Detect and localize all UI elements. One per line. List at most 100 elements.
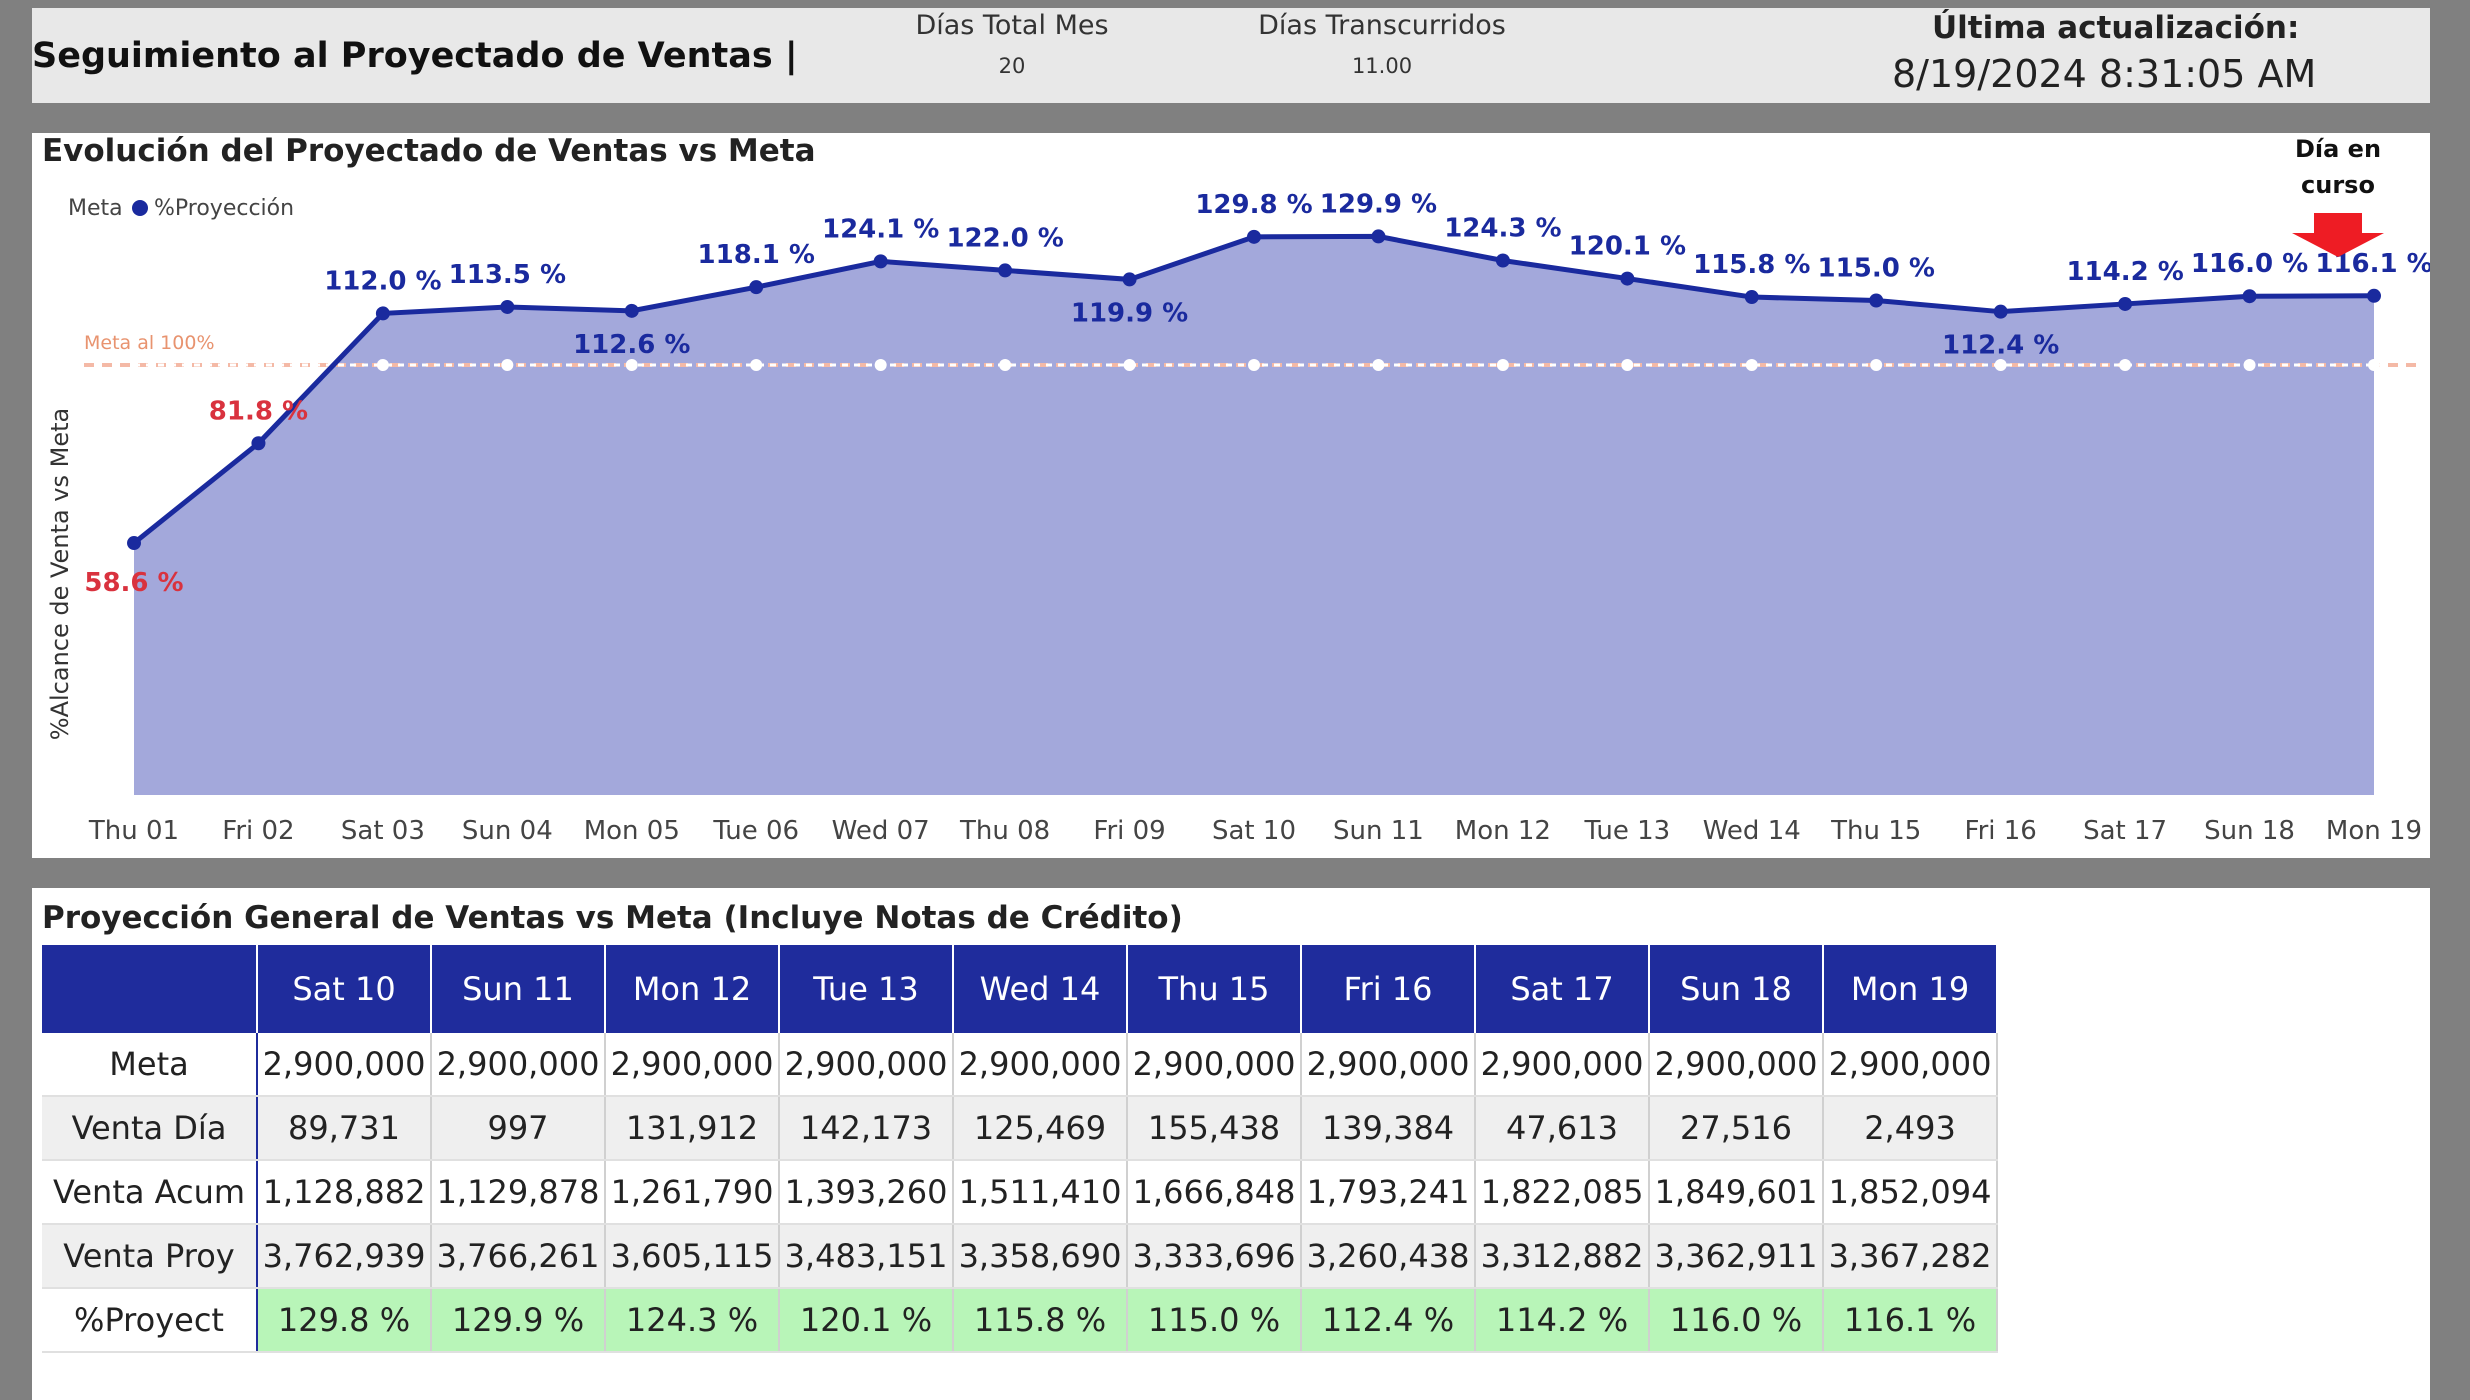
table-cell: 114.2 % (1475, 1288, 1650, 1353)
meta-point (2368, 359, 2380, 371)
table-cell: 1,511,410 (953, 1160, 1128, 1225)
x-tick-label: Tue 13 (1583, 816, 1670, 846)
legend-proyeccion-label: %Proyección (154, 196, 294, 221)
table-cell: 2,900,000 (1301, 1033, 1476, 1097)
table-cell: 89,731 (257, 1096, 432, 1161)
table-cell: 2,900,000 (1823, 1033, 1998, 1097)
x-tick-label: Tue 06 (712, 816, 799, 846)
x-tick-label: Thu 01 (88, 816, 179, 846)
column-header: Sun 11 (431, 945, 606, 1033)
table-cell: 1,852,094 (1823, 1160, 1998, 1225)
table-row: Meta 2,900,000 2,900,000 2,900,000 2,900,000… (42, 1033, 1998, 1097)
table-cell: 142,173 (779, 1096, 954, 1161)
meta-point (1745, 359, 1758, 371)
meta-point (874, 359, 887, 371)
proyeccion-point (1993, 304, 2008, 319)
data-label: 129.9 % (1320, 189, 1437, 219)
row-label: %Proyect (42, 1288, 258, 1353)
proyeccion-point (500, 299, 515, 314)
meta-point (1870, 359, 1883, 371)
x-tick-label: Thu 08 (959, 816, 1050, 846)
x-tick-label: Sun 04 (462, 816, 553, 846)
proyeccion-point (1495, 253, 1510, 268)
column-header: Tue 13 (779, 945, 954, 1033)
data-label: 118.1 % (698, 240, 815, 270)
x-tick-label: Fri 09 (1093, 816, 1165, 846)
table-cell: 1,393,260 (779, 1160, 954, 1225)
x-tick-label: Mon 05 (584, 816, 680, 846)
table-cell: 2,900,000 (257, 1033, 432, 1097)
table-cell: 27,516 (1649, 1096, 1824, 1161)
table-cell: 3,312,882 (1475, 1224, 1650, 1289)
x-tick-label: Sun 18 (2204, 816, 2295, 846)
proyeccion-point (998, 263, 1013, 278)
table-cell: 2,493 (1823, 1096, 1998, 1161)
proyeccion-point (1247, 229, 1261, 244)
table-cell: 125,469 (953, 1096, 1128, 1161)
dias-transcurridos-value: 11.00 (1351, 54, 1413, 78)
meta-reference-label: Meta al 100% (84, 332, 215, 354)
row-label: Venta Día (42, 1096, 258, 1161)
table-cell: 1,793,241 (1301, 1160, 1476, 1225)
table-cell: 155,438 (1127, 1096, 1302, 1161)
proyeccion-point (375, 306, 390, 321)
column-header: Sat 17 (1475, 945, 1650, 1033)
x-tick-label: Wed 14 (1703, 816, 1801, 846)
data-label: 113.5 % (449, 260, 566, 290)
meta-point (750, 359, 763, 371)
column-header: Wed 14 (953, 945, 1128, 1033)
meta-point (1994, 359, 2007, 371)
meta-point (1248, 359, 1260, 371)
projection-table: Sat 10 Sun 11 Mon 12 Tue 13 Wed 14 Thu 15 Fri … (42, 945, 1998, 1353)
x-tick-label: Wed 07 (832, 816, 930, 846)
table-row: Venta Día 89,731 997 131,912 142,173 125,469 1… (42, 1096, 1998, 1161)
proyeccion-point (1620, 271, 1635, 286)
table-cell: 3,367,282 (1823, 1224, 1998, 1289)
table-title: Proyección General de Ventas vs Meta (In… (42, 900, 1183, 936)
table-cell: 1,261,790 (605, 1160, 780, 1225)
data-label: 58.6 % (84, 568, 183, 598)
proyeccion-point (2367, 288, 2381, 303)
meta-point (501, 359, 514, 371)
column-header: Sun 18 (1649, 945, 1824, 1033)
data-label: 112.4 % (1942, 331, 2059, 361)
last-update-label: Última actualización: (1932, 10, 2300, 46)
page-title: Seguimiento al Proyectado de Ventas | (32, 36, 798, 76)
proyeccion-point (1744, 290, 1759, 305)
x-tick-label: Thu 15 (1830, 816, 1921, 846)
table-corner-cell (42, 945, 258, 1033)
table-cell: 1,849,601 (1649, 1160, 1824, 1225)
x-tick-label: Fri 16 (1965, 816, 2037, 846)
table-cell: 3,260,438 (1301, 1224, 1476, 1289)
annotation-line2: curso (2301, 171, 2375, 199)
meta-point (2119, 359, 2132, 371)
table-cell: 3,333,696 (1127, 1224, 1302, 1289)
proyeccion-point (251, 436, 266, 451)
table-cell: 131,912 (605, 1096, 780, 1161)
legend-meta-label: Meta (68, 196, 123, 221)
meta-point (1496, 359, 1509, 371)
proyeccion-point (1371, 229, 1386, 244)
x-tick-label: Mon 19 (2326, 816, 2422, 846)
table-cell: 3,362,911 (1649, 1224, 1824, 1289)
legend-proyeccion-marker (132, 200, 148, 216)
table-cell: 3,762,939 (257, 1224, 432, 1289)
meta-point (376, 359, 389, 371)
data-label: 124.1 % (822, 214, 939, 244)
data-label: 116.0 % (2191, 249, 2308, 279)
x-tick-label: Sun 11 (1333, 816, 1424, 846)
data-label: 119.9 % (1071, 298, 1188, 328)
table-cell: 3,358,690 (953, 1224, 1128, 1289)
data-label: 112.0 % (324, 266, 441, 296)
table-cell: 129.9 % (431, 1288, 606, 1353)
column-header: Mon 19 (1823, 945, 1998, 1033)
data-label: 112.6 % (573, 330, 690, 360)
meta-point (2243, 359, 2256, 371)
column-header: Thu 15 (1127, 945, 1302, 1033)
table-cell: 2,900,000 (779, 1033, 954, 1097)
last-update-value: 8/19/2024 8:31:05 AM (1892, 52, 2317, 96)
meta-point (625, 359, 638, 371)
meta-point (1123, 359, 1136, 371)
data-label: 120.1 % (1569, 232, 1686, 262)
table-panel: Proyección General de Ventas vs Meta (In… (32, 888, 2430, 1400)
